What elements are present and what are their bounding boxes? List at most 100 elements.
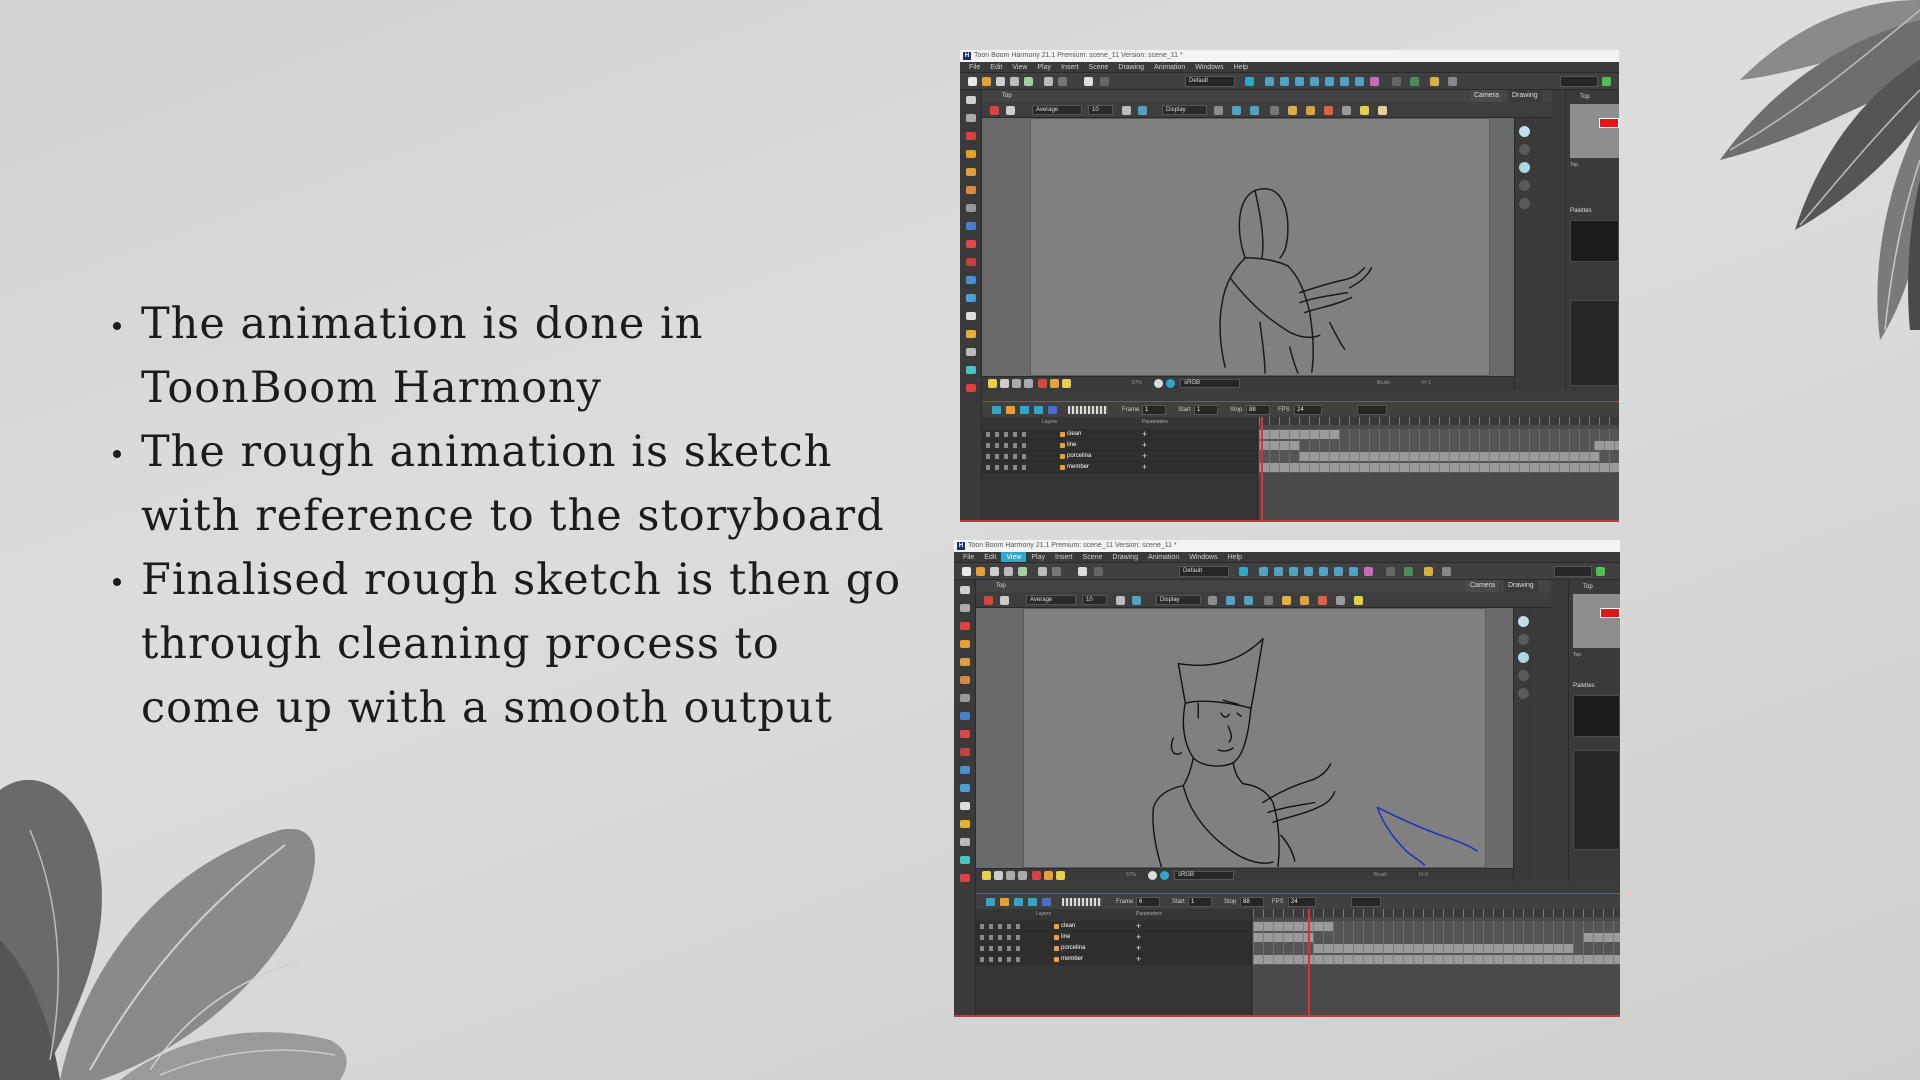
add-icon[interactable]: +: [1142, 440, 1147, 450]
cutter-tool-icon[interactable]: [960, 838, 970, 846]
hand-tool-icon[interactable]: [960, 802, 970, 810]
brush-settings-icon[interactable]: [1006, 106, 1015, 115]
grid-icon[interactable]: [1448, 77, 1457, 86]
perspective-icon[interactable]: [1519, 144, 1530, 155]
transform-icon[interactable]: [1259, 567, 1268, 576]
color-wheel-icon[interactable]: [1154, 379, 1163, 388]
layer-row[interactable]: clean +: [982, 429, 1257, 440]
brush-mode-icon[interactable]: [984, 596, 993, 605]
brush-tool-icon[interactable]: [966, 132, 976, 140]
gap-closing-icon[interactable]: [1300, 596, 1309, 605]
pencil-line-icon[interactable]: [1318, 596, 1327, 605]
skew-icon[interactable]: [1304, 567, 1313, 576]
morph-icon[interactable]: [1355, 77, 1364, 86]
gap-closing-icon[interactable]: [1306, 106, 1315, 115]
grid-toggle-icon[interactable]: [1208, 596, 1217, 605]
pencil-tool-icon[interactable]: [960, 640, 970, 648]
palettes-label[interactable]: Palettes: [1573, 683, 1595, 689]
timeline-frames[interactable]: [1253, 909, 1620, 1015]
start-field[interactable]: 1: [1194, 405, 1218, 415]
harmony-check-icon[interactable]: [1602, 77, 1611, 86]
menu-file[interactable]: File: [958, 552, 979, 562]
deform-icon[interactable]: [1404, 567, 1413, 576]
save-all-icon[interactable]: [1004, 567, 1013, 576]
layer-toggle-icons[interactable]: [986, 465, 1031, 470]
film-icon[interactable]: [1094, 567, 1103, 576]
menu-animation[interactable]: Animation: [1143, 552, 1184, 562]
frame-ruler[interactable]: [1259, 417, 1619, 425]
depth-icon[interactable]: [1519, 180, 1530, 191]
timeline-frames[interactable]: [1259, 417, 1619, 520]
ink-tool-icon[interactable]: [960, 766, 970, 774]
side-view-tab[interactable]: Top: [1568, 92, 1619, 102]
ink-tool-icon[interactable]: [966, 276, 976, 284]
layer-row[interactable]: member +: [982, 462, 1257, 473]
render-icon[interactable]: [1032, 871, 1041, 880]
record-icon[interactable]: [1006, 406, 1015, 414]
color-space-select[interactable]: sRGB: [1180, 379, 1240, 388]
reset-view-icon[interactable]: [994, 871, 1003, 880]
bone-icon[interactable]: [1364, 567, 1373, 576]
eraser-tool-icon[interactable]: [960, 676, 970, 684]
exposure-block[interactable]: [1594, 441, 1619, 450]
smoothing-value-field[interactable]: 10: [1088, 105, 1113, 115]
camera-view[interactable]: [982, 118, 1514, 376]
loop-icon[interactable]: [1014, 898, 1023, 906]
playhead[interactable]: [1308, 909, 1310, 1015]
stack-icon[interactable]: [1518, 688, 1529, 699]
side-view-tab[interactable]: Top: [1571, 582, 1620, 592]
sound-scrub-icon[interactable]: [1042, 898, 1051, 906]
maintain-size-icon[interactable]: [1334, 567, 1343, 576]
open-scene-icon[interactable]: [982, 77, 991, 86]
layer-toggle-icons[interactable]: [986, 454, 1031, 459]
stroke-icon[interactable]: [1342, 106, 1351, 115]
spline-offset-icon[interactable]: [1319, 567, 1328, 576]
lock-icon[interactable]: [1264, 596, 1273, 605]
new-scene-icon[interactable]: [962, 567, 971, 576]
rectangle-tool-icon[interactable]: [966, 222, 976, 230]
film-icon[interactable]: [1100, 77, 1109, 86]
grid-icon[interactable]: [1442, 567, 1451, 576]
camera-frame-icon[interactable]: [1424, 567, 1433, 576]
loop-icon[interactable]: [1020, 406, 1029, 414]
light-table-icon[interactable]: [1244, 596, 1253, 605]
toolbar-select[interactable]: [1554, 566, 1592, 577]
stamp-tool-icon[interactable]: [966, 168, 976, 176]
transform-tool-icon[interactable]: [966, 330, 976, 338]
rectangle-tool-icon[interactable]: [960, 712, 970, 720]
scale-icon[interactable]: [1289, 567, 1298, 576]
drawing-canvas[interactable]: [1030, 118, 1490, 376]
palettes-label[interactable]: Palettes: [1570, 208, 1592, 214]
bulb-icon[interactable]: [1360, 106, 1369, 115]
frame-icon[interactable]: [1006, 871, 1015, 880]
add-icon[interactable]: +: [1136, 943, 1141, 953]
save-all-icon[interactable]: [1010, 77, 1019, 86]
color-wheel-icon[interactable]: [1148, 871, 1157, 880]
ik-icon[interactable]: [1386, 567, 1395, 576]
menu-drawing[interactable]: Drawing: [1107, 552, 1143, 562]
pressure-icon[interactable]: [1138, 106, 1147, 115]
exposure-block[interactable]: [1299, 452, 1599, 461]
reset-view-icon[interactable]: [1000, 379, 1009, 388]
save-scene-icon[interactable]: [990, 567, 999, 576]
transform-icon[interactable]: [1265, 77, 1274, 86]
scale-icon[interactable]: [1295, 77, 1304, 86]
menu-edit[interactable]: Edit: [979, 552, 1001, 562]
target-icon[interactable]: [1518, 652, 1529, 663]
stroke-tool-icon[interactable]: [960, 784, 970, 792]
rotate-icon[interactable]: [1280, 77, 1289, 86]
contour-editor-icon[interactable]: [960, 604, 970, 612]
workspace-manager-icon[interactable]: [1239, 567, 1248, 576]
pencil-tool-icon[interactable]: [966, 150, 976, 158]
menu-edit[interactable]: Edit: [985, 62, 1007, 72]
add-icon[interactable]: +: [1136, 932, 1141, 942]
grid-toggle-icon[interactable]: [1214, 106, 1223, 115]
sound-scrub-icon[interactable]: [1048, 406, 1057, 414]
view-tab-top[interactable]: Top: [1002, 93, 1012, 99]
layer-row[interactable]: porcelina +: [982, 451, 1257, 462]
add-icon[interactable]: +: [1142, 462, 1147, 472]
gear-icon[interactable]: [1122, 106, 1131, 115]
skew-icon[interactable]: [1310, 77, 1319, 86]
exposure-block[interactable]: [1259, 463, 1619, 472]
morphing-tool-icon[interactable]: [960, 874, 970, 882]
